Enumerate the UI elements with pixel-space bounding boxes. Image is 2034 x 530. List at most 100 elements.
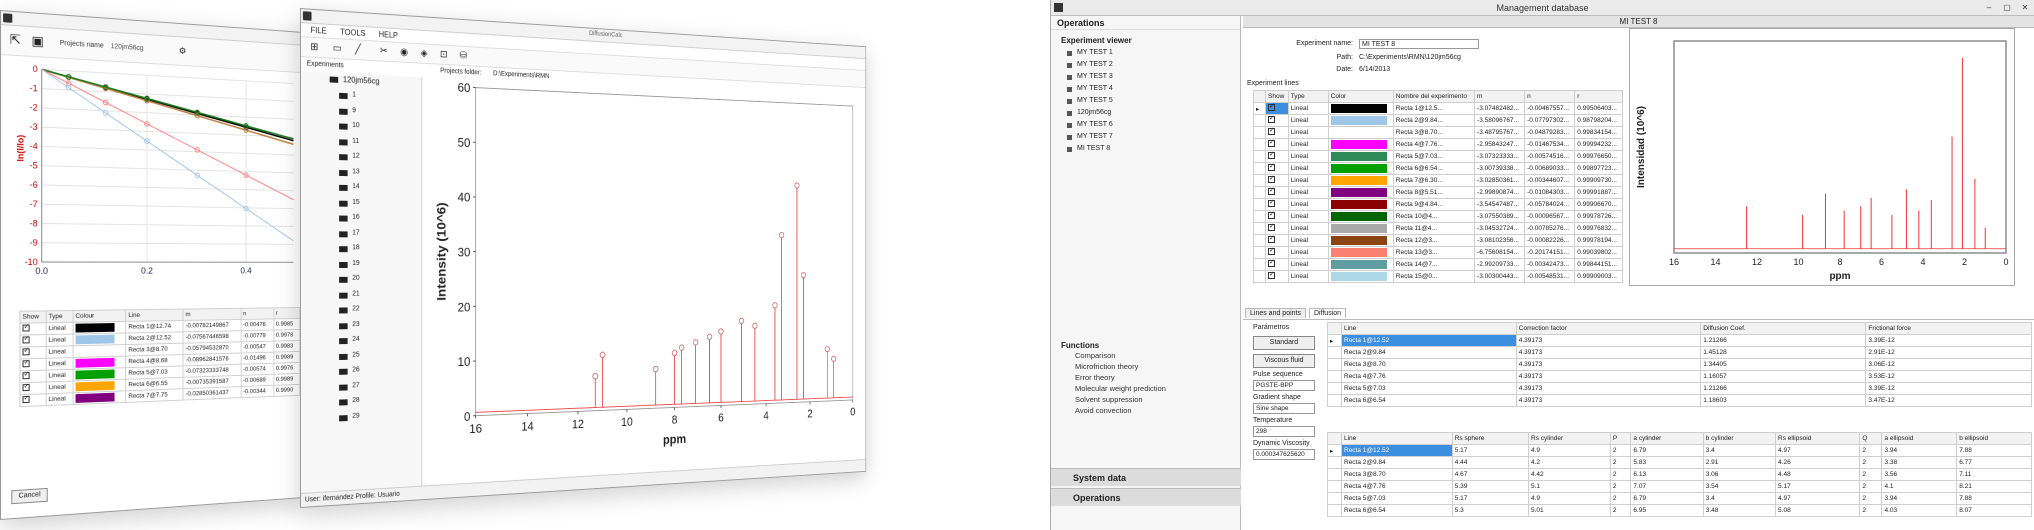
system-data-button[interactable]: System data [1051,468,1241,486]
experiment-item[interactable]: MI TEST 8 [1051,143,1240,155]
color-swatch[interactable] [1330,248,1387,257]
tree-item[interactable]: 27 [352,382,359,389]
tab-diffusion[interactable]: Diffusion [1308,308,1347,318]
viscosity-field[interactable]: 0.000347625620 [1253,449,1315,460]
table-row[interactable]: Lineal Recta 11@4...-3.04532724...-0.0078… [1253,222,1623,235]
line-tool-icon[interactable]: ╱ [350,42,365,59]
close-icon[interactable]: ✕ [2018,2,2032,13]
color-swatch[interactable] [1330,188,1387,197]
show-checkbox[interactable] [1265,174,1289,187]
table-row[interactable]: Lineal Recta 3@8.70...-3.48795767...-0.04… [1253,126,1623,139]
gradient-shape-field[interactable]: Sine shape [1253,403,1315,414]
show-checkbox[interactable] [1265,114,1289,127]
database-icon[interactable]: ⛁ [456,48,470,64]
table-row[interactable]: Lineal Recta 9@4.84...-3.54547487...-0.05… [1253,198,1623,211]
table-row[interactable]: Recta 4@7.76 5.39 5.1 2 7.07 3.54 5.17 2 4.1 8.21 [1327,480,2032,493]
table-row[interactable]: ▸ Lineal Recta 1@12.5...-3.07482482...-0.0… [1253,102,1623,115]
tree-item[interactable]: 13 [352,168,359,175]
fit-icon[interactable]: ⊡ [437,47,451,63]
menu-file[interactable]: FILE [311,24,327,39]
show-checkbox[interactable] [1265,270,1289,283]
experiment-item[interactable]: MY TEST 3 [1051,71,1240,83]
export-icon[interactable]: ⇱ [7,31,23,48]
function-item[interactable]: Molecular weight prediction [1051,383,1240,394]
table-row[interactable]: Lineal Recta 10@4...-3.07550389...-0.0009… [1253,210,1623,223]
checkbox-icon[interactable] [1268,140,1275,147]
viscous-fluid-button[interactable]: Viscous fluid [1253,354,1315,368]
tree-item[interactable]: 22 [352,305,359,312]
tree-item[interactable]: 28 [352,397,359,404]
tree-item[interactable]: 15 [352,198,359,205]
color-swatch[interactable] [1330,104,1387,113]
tree-item[interactable]: 19 [352,260,359,267]
show-checkbox[interactable] [1265,162,1289,175]
color-swatch[interactable] [1330,212,1387,221]
menu-tools[interactable]: TOOLS [340,26,365,41]
operations-button[interactable]: Operations [1051,488,1241,506]
checkbox-icon[interactable] [1268,176,1275,183]
function-item[interactable]: Solvent suppression [1051,394,1240,405]
colour-swatch[interactable] [75,334,115,345]
show-checkbox[interactable] [1265,102,1289,115]
show-checkbox[interactable] [1265,246,1289,259]
checkbox-icon[interactable] [22,336,30,344]
checkbox-icon[interactable] [22,324,30,332]
checkbox-icon[interactable] [1268,104,1275,111]
checkbox-icon[interactable] [1268,128,1275,135]
show-checkbox[interactable] [19,370,46,383]
temperature-field[interactable]: 298 [1253,426,1315,437]
color-swatch[interactable] [1330,152,1387,161]
checkbox-icon[interactable] [1268,200,1275,207]
color-swatch[interactable] [1330,176,1387,185]
tree-item[interactable]: 29 [352,412,359,419]
checkbox-icon[interactable] [22,383,30,392]
tree-item[interactable]: 10 [352,122,359,129]
tree-item[interactable]: 9 [352,107,356,114]
table-row[interactable]: Recta 3@8.70 4.39173 1.34405 3.06E-12 [1327,358,2032,371]
table-row[interactable]: Recta 2@9.84 4.39173 1.45128 2.91E-12 [1327,346,2032,359]
colour-swatch[interactable] [75,357,115,368]
table-row[interactable]: Lineal Recta 13@3...-6.75608154...-0.2017… [1253,246,1623,259]
colour-swatch[interactable] [75,381,115,392]
table-row[interactable]: Lineal Recta 4@7.76...-2.95843247...-0.01… [1253,138,1623,151]
function-item[interactable]: Error theory [1051,372,1240,383]
table-row[interactable]: Lineal Recta 7@6.30...-3.02850361...-0.00… [1253,174,1623,187]
color-swatch[interactable] [1330,272,1387,281]
checkbox-icon[interactable] [1268,164,1275,171]
table-row[interactable]: Lineal Recta 2@9.84...-3.58096767...-0.07… [1253,114,1623,127]
function-item[interactable]: Avoid convection [1051,405,1240,416]
show-checkbox[interactable] [19,381,46,395]
show-checkbox[interactable] [1265,186,1289,199]
pulse-sequence-field[interactable]: PGSTE-BPP [1253,380,1315,391]
checkbox-icon[interactable] [1268,212,1275,219]
colour-swatch[interactable] [75,392,115,403]
table-row[interactable]: Recta 4@7.76 4.39173 1.16057 3.53E-12 [1327,370,2032,383]
checkbox-icon[interactable] [1268,248,1275,255]
tree-item[interactable]: 11 [352,137,359,144]
tree-item[interactable]: 12 [352,153,359,160]
show-checkbox[interactable] [1265,222,1289,235]
checkbox-icon[interactable] [22,360,30,368]
chart-options-icon[interactable]: ⚙ [175,43,190,59]
table-row[interactable]: Lineal Recta 6@6.54...-3.00739338...-0.00… [1253,162,1623,175]
cube-icon[interactable]: ◈ [417,46,431,62]
function-item[interactable]: Comparison [1051,350,1240,361]
experiment-item[interactable]: MY TEST 5 [1051,95,1240,107]
color-swatch[interactable] [1330,260,1387,269]
tree-root[interactable]: 120jm56cg [343,75,380,86]
table-row[interactable]: Lineal Recta 15@0...-3.00300443...-0.0054… [1253,270,1623,283]
experiment-item[interactable]: MY TEST 4 [1051,83,1240,95]
checkbox-icon[interactable] [1268,236,1275,243]
tree-item[interactable]: 24 [352,336,359,343]
cancel-button[interactable]: Cancel [11,487,48,505]
tree-item[interactable]: 23 [352,321,359,328]
table-row[interactable]: Lineal Recta 12@3...-3.08102356...-0.0008… [1253,234,1623,247]
show-checkbox[interactable] [1265,234,1289,247]
experiment-item[interactable]: MY TEST 6 [1051,119,1240,131]
color-swatch[interactable] [1330,140,1387,149]
show-checkbox[interactable] [19,358,46,371]
menu-help[interactable]: HELP [379,28,398,43]
minimize-icon[interactable]: – [1982,2,1996,13]
checkbox-icon[interactable] [1268,116,1275,123]
experiment-item[interactable]: MY TEST 1 [1051,47,1240,59]
